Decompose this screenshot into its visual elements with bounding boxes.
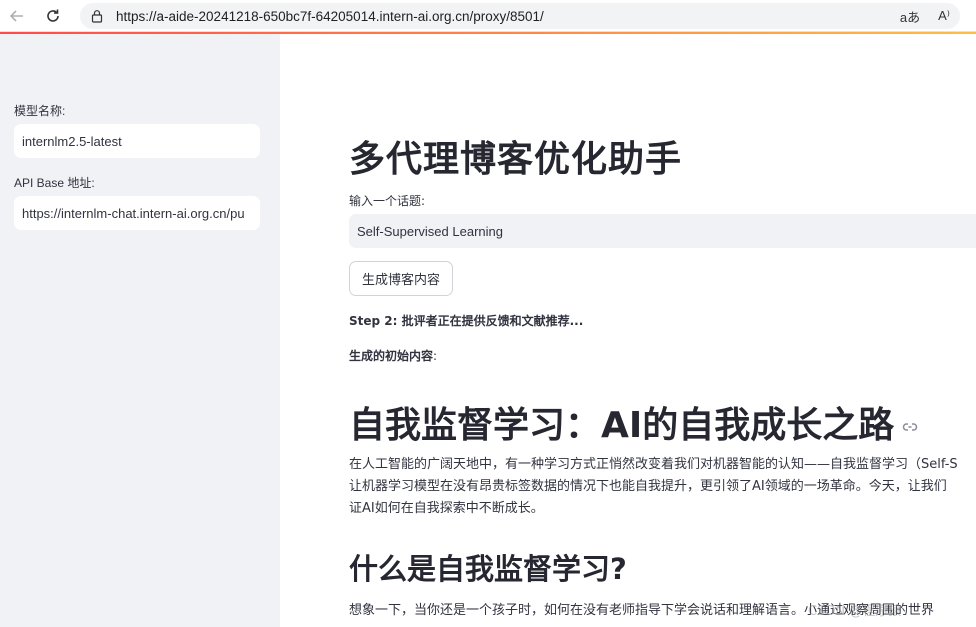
article-paragraph: 在人工智能的广阔天地中，有一种学习方式正悄然改变着我们对机器智能的认知——自我监… bbox=[349, 454, 976, 520]
reload-button[interactable] bbox=[38, 1, 68, 31]
read-aloud-icon[interactable]: aあ bbox=[900, 7, 920, 26]
generate-blog-button[interactable]: 生成博客内容 bbox=[349, 261, 453, 296]
topic-input[interactable] bbox=[349, 214, 976, 248]
model-label: 模型名称: bbox=[14, 104, 66, 118]
watermark: CSDN @程序猿 bbox=[808, 604, 902, 619]
status-text: Step 2: 批评者正在提供反馈和文献推荐... bbox=[349, 314, 584, 328]
browser-toolbar: https://a-aide-20241218-650bc7f-64205014… bbox=[0, 0, 976, 32]
address-bar[interactable]: https://a-aide-20241218-650bc7f-64205014… bbox=[80, 3, 960, 29]
link-icon[interactable] bbox=[902, 419, 918, 435]
sidebar: 模型名称: API Base 地址: bbox=[0, 34, 280, 627]
api-base-label: API Base 地址: bbox=[14, 176, 95, 190]
back-button[interactable] bbox=[2, 1, 32, 31]
page-title: 多代理博客优化助手 bbox=[349, 139, 683, 180]
initial-content-colon: : bbox=[433, 349, 438, 363]
lock-icon[interactable] bbox=[90, 9, 104, 23]
paragraph-line: 在人工智能的广阔天地中，有一种学习方式正悄然改变着我们对机器智能的认知——自我监… bbox=[349, 457, 958, 472]
paragraph-line: 证AI如何在自我探索中不断成长。 bbox=[349, 501, 544, 516]
section-heading: 什么是自我监督学习? bbox=[349, 552, 627, 586]
reload-icon bbox=[47, 9, 59, 22]
paragraph-line: 让机器学习模型在没有昂贵标签数据的情况下也能自我提升，更引领了AI领域的一场革命… bbox=[349, 479, 947, 494]
main-content: 多代理博客优化助手 输入一个话题: 生成博客内容 Step 2: 批评者正在提供… bbox=[280, 34, 976, 627]
url-text[interactable]: https://a-aide-20241218-650bc7f-64205014… bbox=[116, 9, 544, 24]
model-input[interactable] bbox=[14, 124, 260, 158]
initial-content-label: 生成的初始内容: bbox=[349, 347, 437, 364]
article-heading: 自我监督学习：AI的自我成长之路 bbox=[349, 396, 918, 448]
api-base-input[interactable] bbox=[14, 196, 260, 230]
arrow-left-icon bbox=[9, 9, 23, 22]
initial-content-label-text: 生成的初始内容 bbox=[349, 349, 434, 363]
text-size-icon[interactable]: A⁾ bbox=[938, 8, 950, 24]
article-heading-text: 自我监督学习：AI的自我成长之路 bbox=[349, 405, 895, 446]
topic-label: 输入一个话题: bbox=[349, 194, 426, 208]
